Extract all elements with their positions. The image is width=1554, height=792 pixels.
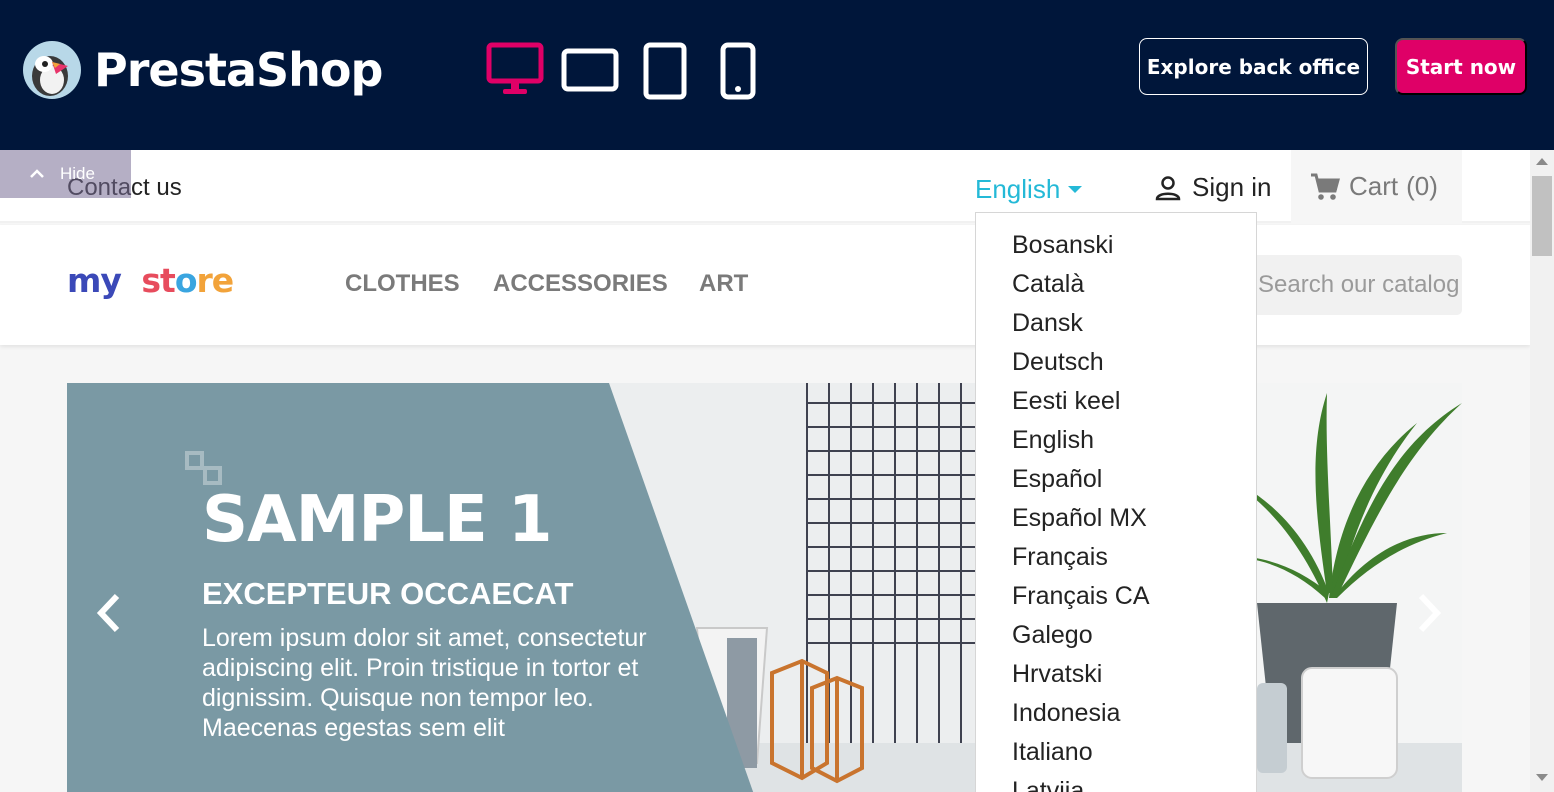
language-option-francais[interactable]: Français <box>976 538 1256 577</box>
puffin-logo-icon <box>23 41 81 99</box>
language-dropdown-menu: Bosanski Català Dansk Deutsch Eesti keel… <box>975 212 1257 792</box>
language-option-galego[interactable]: Galego <box>976 616 1256 655</box>
store-top-nav: Contact us English Sign in Cart (0) <box>0 150 1530 223</box>
language-option-espanol[interactable]: Español <box>976 460 1256 499</box>
menu-accessories[interactable]: ACCESSORIES <box>493 270 668 298</box>
slide-title: SAMPLE 1 <box>202 483 553 557</box>
store-viewport: Contact us English Sign in Cart (0) <box>0 150 1530 792</box>
cart-count: (0) <box>1406 171 1438 201</box>
prestashop-logo[interactable]: PrestaShop <box>22 40 383 100</box>
language-option-francais-ca[interactable]: Français CA <box>976 577 1256 616</box>
sign-in-label: Sign in <box>1192 172 1272 202</box>
language-option-dansk[interactable]: Dansk <box>976 304 1256 343</box>
chevron-up-icon <box>30 169 44 178</box>
slider-prev-arrow-icon[interactable] <box>89 588 129 638</box>
language-option-indonesia[interactable]: Indonesia <box>976 694 1256 733</box>
scroll-down-arrow-icon[interactable] <box>1536 774 1548 781</box>
slide-description: Lorem ipsum dolor sit amet, consectetur … <box>202 624 647 742</box>
sign-in-link[interactable]: Sign in <box>1154 172 1272 203</box>
language-option-bosanski[interactable]: Bosanski <box>976 226 1256 265</box>
language-option-deutsch[interactable]: Deutsch <box>976 343 1256 382</box>
language-option-italiano[interactable]: Italiano <box>976 733 1256 772</box>
language-option-espanol-mx[interactable]: Español MX <box>976 499 1256 538</box>
slide-subtitle: EXCEPTEUR OCCAECAT <box>202 576 574 611</box>
language-option-catala[interactable]: Català <box>976 265 1256 304</box>
page-scrollbar[interactable] <box>1530 150 1554 792</box>
language-selector[interactable]: English <box>975 174 1083 205</box>
explore-back-office-button[interactable]: Explore back office <box>1139 38 1368 95</box>
language-option-hrvatski[interactable]: Hrvatski <box>976 655 1256 694</box>
language-option-latvija[interactable]: Latvija <box>976 772 1256 792</box>
cart-label: Cart <box>1349 171 1399 201</box>
store-header: my store CLOTHES ACCESSORIES ART <box>0 225 1530 345</box>
search-input[interactable] <box>1240 255 1462 315</box>
user-icon <box>1155 175 1181 200</box>
hide-demo-bar-button[interactable]: Hide <box>0 150 131 198</box>
hide-label: Hide <box>60 164 95 183</box>
menu-clothes[interactable]: CLOTHES <box>345 270 460 298</box>
menu-art[interactable]: ART <box>699 270 748 298</box>
scrollbar-thumb[interactable] <box>1532 176 1552 256</box>
tablet-portrait-icon[interactable] <box>643 42 687 100</box>
prestashop-brand-text: PrestaShop <box>94 43 383 97</box>
cart-link[interactable]: Cart (0) <box>1291 150 1462 223</box>
caret-down-icon <box>1068 186 1083 193</box>
search-box <box>1240 255 1462 315</box>
language-option-eesti[interactable]: Eesti keel <box>976 382 1256 421</box>
language-current: English <box>975 174 1061 204</box>
mobile-icon[interactable] <box>720 42 756 100</box>
slider-next-arrow-icon[interactable] <box>1409 588 1449 638</box>
desktop-icon[interactable] <box>486 42 544 98</box>
demo-top-bar: PrestaShop Explore back office Start now <box>0 0 1554 150</box>
my-store-logo[interactable]: my store <box>67 261 234 300</box>
tablet-landscape-icon[interactable] <box>561 48 619 92</box>
shopping-cart-icon <box>1311 173 1340 200</box>
start-now-button[interactable]: Start now <box>1395 38 1527 95</box>
language-option-english[interactable]: English <box>976 421 1256 460</box>
scroll-up-arrow-icon[interactable] <box>1536 158 1548 165</box>
